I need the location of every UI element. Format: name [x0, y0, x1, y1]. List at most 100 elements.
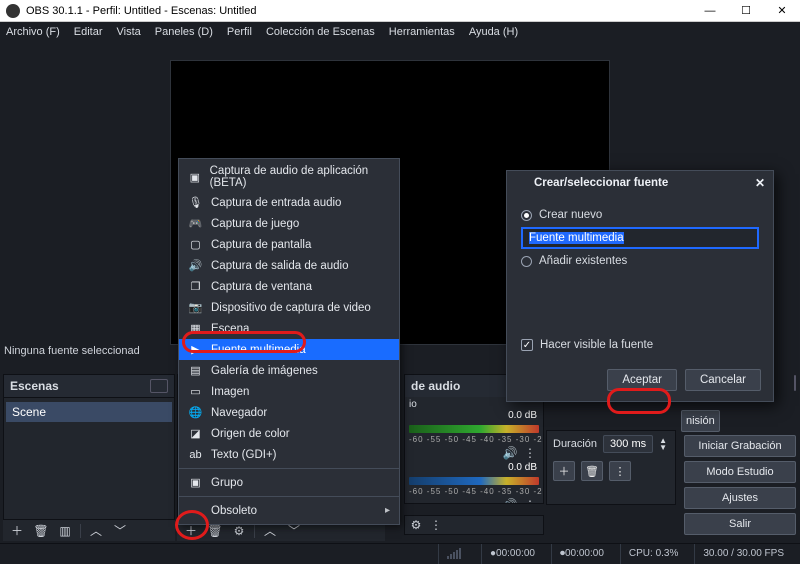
status-stream-time: 00:00:00: [496, 548, 535, 559]
ctx-item-mic[interactable]: 🎙Captura de entrada audio: [179, 192, 399, 213]
radio-add-existing[interactable]: Añadir existentes: [521, 255, 759, 267]
volume-icon[interactable]: 🔊: [503, 446, 517, 460]
scene-icon: ▦: [188, 321, 203, 336]
mixer-level-2: 0.0 dB: [405, 462, 543, 473]
mixer-level-1: 0.0 dB: [405, 410, 543, 421]
ctx-item-gamepad[interactable]: 🎮Captura de juego: [179, 213, 399, 234]
radio-icon: [521, 256, 532, 267]
ctx-item-scene[interactable]: ▦Escena: [179, 318, 399, 339]
checkbox-icon: [521, 339, 533, 351]
dialog-ok-button[interactable]: Aceptar: [607, 369, 677, 391]
status-record-time: 00:00:00: [565, 548, 604, 559]
ctx-item-app-audio[interactable]: ▣Captura de audio de aplicación (BETA): [179, 162, 399, 192]
more-icon[interactable]: ⋮: [523, 498, 537, 504]
source-name-input[interactable]: [521, 227, 759, 249]
scene-down-button[interactable]: ﹀: [109, 522, 131, 540]
app-audio-icon: ▣: [188, 170, 202, 185]
ctx-item-group[interactable]: ▣Grupo: [179, 472, 399, 493]
obs-logo-icon: [6, 4, 20, 18]
ctx-item-text[interactable]: abTexto (GDI+): [179, 444, 399, 465]
dialog-cancel-button[interactable]: Cancelar: [685, 369, 761, 391]
more-icon[interactable]: ⋮: [523, 446, 537, 460]
scenes-panel-title: Escenas: [4, 375, 174, 398]
transition-cut-button[interactable]: nisión: [681, 410, 720, 432]
scenes-panel: Escenas Scene: [3, 374, 175, 534]
obs-logo-icon: [515, 177, 528, 190]
menu-view[interactable]: Vista: [117, 26, 141, 38]
window-titlebar: OBS 30.1.1 - Perfil: Untitled - Escenas:…: [0, 0, 800, 22]
start-recording-button[interactable]: Iniciar Grabación: [684, 435, 796, 457]
scene-remove-button[interactable]: 🗑: [30, 522, 52, 540]
menu-bar: Archivo (F) Editar Vista Paneles (D) Per…: [0, 22, 800, 42]
status-fps: 30.00 / 30.00 FPS: [694, 544, 792, 564]
maximize-button[interactable]: ☐: [728, 0, 764, 22]
existing-sources-list: [521, 273, 759, 333]
group-icon: ▣: [188, 475, 203, 490]
menu-scene-collection[interactable]: Colección de Escenas: [266, 26, 375, 38]
menu-profile[interactable]: Perfil: [227, 26, 252, 38]
media-icon: ▶: [188, 342, 203, 357]
ctx-item-media[interactable]: ▶Fuente multimedia: [179, 339, 399, 360]
status-cpu: CPU: 0.3%: [620, 544, 686, 564]
scene-item[interactable]: Scene: [6, 402, 172, 422]
color-icon: ◪: [188, 426, 203, 441]
speaker-icon: 🔊: [188, 258, 203, 273]
scene-add-button[interactable]: ＋: [6, 522, 28, 540]
check-make-visible[interactable]: Hacer visible la fuente: [521, 339, 759, 351]
scenes-toolbar: ＋ 🗑 ▥ ︿ ﹀: [3, 519, 175, 541]
dialog-close-button[interactable]: ✕: [755, 176, 765, 190]
radio-create-new[interactable]: Crear nuevo: [521, 209, 759, 221]
menu-file[interactable]: Archivo (F): [6, 26, 60, 38]
display-icon: ▢: [188, 237, 203, 252]
duration-field[interactable]: 300 ms: [603, 435, 653, 453]
network-icon: [447, 548, 461, 559]
scenes-popout-icon[interactable]: [150, 379, 168, 393]
ctx-item-display[interactable]: ▢Captura de pantalla: [179, 234, 399, 255]
transitions-panel: Duración 300 ms ▲▼ ＋ 🗑 ⋮: [546, 430, 676, 505]
gallery-icon: ▤: [188, 363, 203, 378]
transition-more-button[interactable]: ⋮: [609, 461, 631, 481]
minimize-button[interactable]: —: [692, 0, 728, 22]
scene-filter-button[interactable]: ▥: [54, 522, 76, 540]
exit-button[interactable]: Salir: [684, 513, 796, 535]
ctx-item-image[interactable]: ▭Imagen: [179, 381, 399, 402]
gamepad-icon: 🎮: [188, 216, 203, 231]
radio-icon: [521, 210, 532, 221]
status-bar: ● 00:00:00 ⏺ 00:00:00 CPU: 0.3% 30.00 / …: [0, 543, 800, 563]
controls-popout-icon[interactable]: [794, 375, 796, 391]
ctx-item-obsolete[interactable]: Obsoleto▸: [179, 500, 399, 521]
submenu-arrow-icon: ▸: [385, 505, 390, 516]
no-source-label: Ninguna fuente seleccionad: [4, 345, 140, 357]
mixer-settings-icon[interactable]: ⚙: [409, 518, 423, 532]
camera-icon: 📷: [188, 300, 203, 315]
window-buttons: — ☐ ✕: [692, 0, 800, 22]
volume-icon[interactable]: 🔊: [503, 498, 517, 504]
settings-button[interactable]: Ajustes: [684, 487, 796, 509]
ctx-item-speaker[interactable]: 🔊Captura de salida de audio: [179, 255, 399, 276]
image-icon: ▭: [188, 384, 203, 399]
meter-2: [409, 477, 539, 485]
ctx-item-window[interactable]: ❐Captura de ventana: [179, 276, 399, 297]
mixer-more-icon[interactable]: ⋮: [429, 518, 443, 532]
blank-icon: [188, 503, 203, 518]
close-button[interactable]: ✕: [764, 0, 800, 22]
dialog-title: Crear/seleccionar fuente: [534, 177, 668, 189]
ctx-item-globe[interactable]: 🌐Navegador: [179, 402, 399, 423]
create-source-dialog: Crear/seleccionar fuente ✕ Crear nuevo A…: [506, 170, 774, 402]
menu-tools[interactable]: Herramientas: [389, 26, 455, 38]
menu-edit[interactable]: Editar: [74, 26, 103, 38]
transition-remove-button[interactable]: 🗑: [581, 461, 603, 481]
ctx-item-camera[interactable]: 📷Dispositivo de captura de video: [179, 297, 399, 318]
scene-up-button[interactable]: ︿: [85, 522, 107, 540]
ctx-item-gallery[interactable]: ▤Galería de imágenes: [179, 360, 399, 381]
window-title: OBS 30.1.1 - Perfil: Untitled - Escenas:…: [26, 5, 257, 17]
globe-icon: 🌐: [188, 405, 203, 420]
studio-mode-button[interactable]: Modo Estudio: [684, 461, 796, 483]
menu-panels[interactable]: Paneles (D): [155, 26, 213, 38]
ctx-item-color[interactable]: ◪Origen de color: [179, 423, 399, 444]
controls-panel: Iniciar Grabación Modo Estudio Ajustes S…: [684, 435, 796, 535]
menu-help[interactable]: Ayuda (H): [469, 26, 518, 38]
window-icon: ❐: [188, 279, 203, 294]
source-context-menu: ▣Captura de audio de aplicación (BETA)🎙C…: [178, 158, 400, 525]
transition-add-button[interactable]: ＋: [553, 461, 575, 481]
